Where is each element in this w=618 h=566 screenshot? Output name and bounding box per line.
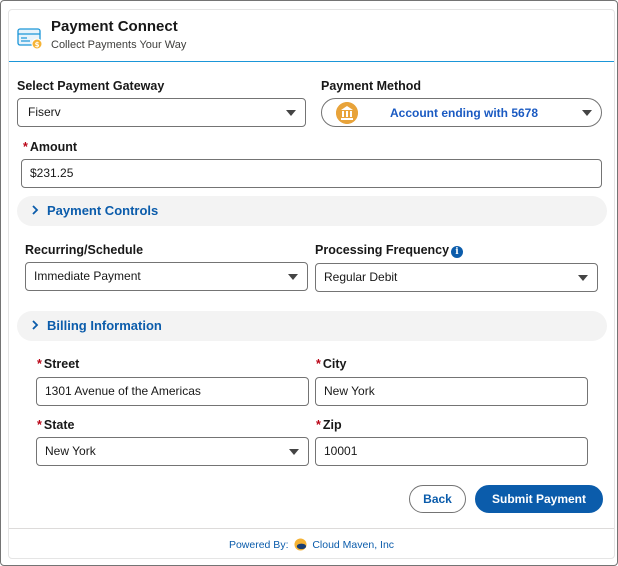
payment-method-select[interactable]: Account ending with 5678 — [321, 98, 602, 127]
city-label: * City — [316, 357, 347, 371]
chevron-down-icon — [582, 110, 592, 116]
amount-label-text: Amount — [29, 140, 78, 154]
frequency-select[interactable]: Regular Debit — [315, 263, 598, 292]
payment-controls-section-header[interactable]: Payment Controls — [17, 196, 607, 226]
street-input[interactable]: 1301 Avenue of the Americas — [36, 377, 309, 406]
state-select[interactable]: New York — [36, 437, 309, 466]
footer-content: Powered By: Cloud Maven, Inc — [9, 538, 614, 551]
back-button[interactable]: Back — [409, 485, 466, 513]
zip-label-text: Zip — [322, 418, 342, 432]
city-input[interactable]: New York — [315, 377, 588, 406]
chevron-down-icon — [288, 274, 298, 280]
chevron-down-icon — [286, 110, 296, 116]
state-label-text: State — [43, 418, 75, 432]
footer: Powered By: Cloud Maven, Inc — [9, 528, 614, 560]
company-name: Cloud Maven, Inc — [312, 539, 395, 551]
chevron-right-icon — [32, 320, 39, 330]
frequency-label: Processing Frequency — [315, 243, 450, 257]
frequency-value: Regular Debit — [324, 270, 398, 284]
state-value: New York — [45, 444, 96, 458]
gateway-label: Select Payment Gateway — [17, 79, 165, 93]
required-mark: * — [23, 140, 28, 154]
payment-controls-title: Payment Controls — [47, 203, 159, 218]
street-value: 1301 Avenue of the Americas — [45, 384, 201, 398]
required-mark: * — [316, 357, 321, 371]
recurring-value: Immediate Payment — [34, 269, 141, 283]
gateway-select[interactable]: Fiserv — [17, 98, 306, 127]
chevron-down-icon — [578, 275, 588, 281]
zip-label: * Zip — [316, 418, 342, 432]
credit-card-icon: $ — [17, 28, 43, 50]
app-frame: $ Payment Connect Collect Payments Your … — [0, 0, 618, 566]
required-mark: * — [316, 418, 321, 432]
amount-input[interactable]: $231.25 — [21, 159, 602, 188]
app-title: Payment Connect — [51, 18, 178, 35]
zip-input[interactable]: 10001 — [315, 437, 588, 466]
amount-label: * Amount — [23, 140, 77, 154]
cloud-maven-logo-icon — [294, 538, 307, 551]
payment-method-value: Account ending with 5678 — [390, 106, 539, 120]
payment-method-label: Payment Method — [321, 79, 422, 93]
billing-section-header[interactable]: Billing Information — [17, 311, 607, 341]
required-mark: * — [37, 418, 42, 432]
billing-title: Billing Information — [47, 318, 162, 333]
app-subtitle: Collect Payments Your Way — [51, 39, 187, 51]
recurring-select[interactable]: Immediate Payment — [25, 262, 308, 291]
required-mark: * — [37, 357, 42, 371]
info-icon[interactable]: i — [451, 246, 463, 258]
amount-value: $231.25 — [30, 166, 74, 180]
recurring-label: Recurring/Schedule — [25, 243, 144, 257]
gateway-value: Fiserv — [28, 105, 61, 119]
submit-payment-button[interactable]: Submit Payment — [475, 485, 603, 513]
chevron-right-icon — [32, 205, 39, 215]
payment-card: $ Payment Connect Collect Payments Your … — [8, 9, 615, 559]
card-header: $ Payment Connect Collect Payments Your … — [9, 10, 614, 62]
powered-by-label: Powered By: — [228, 539, 289, 551]
state-label: * State — [37, 418, 74, 432]
street-label-text: Street — [43, 357, 80, 371]
chevron-down-icon — [289, 449, 299, 455]
city-label-text: City — [322, 357, 347, 371]
city-value: New York — [324, 384, 375, 398]
bank-icon — [336, 102, 358, 124]
svg-text:$: $ — [35, 41, 40, 49]
zip-value: 10001 — [324, 444, 358, 458]
street-label: * Street — [37, 357, 79, 371]
